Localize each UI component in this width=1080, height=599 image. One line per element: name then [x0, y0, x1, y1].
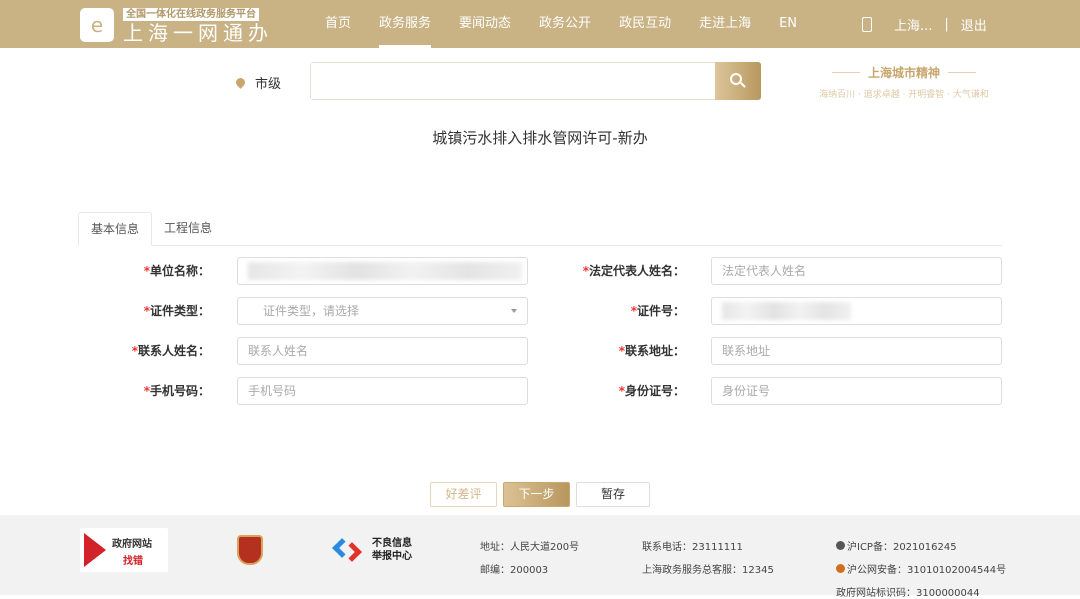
search-box [310, 62, 761, 100]
city-spirit-banner: 上海城市精神 海纳百川 · 追求卓越 · 开明睿智 · 大气谦和 [808, 64, 1000, 100]
nav-services[interactable]: 政务服务 [379, 0, 432, 48]
unit-name-label: *单位名称： [143, 264, 210, 278]
legal-rep-input[interactable]: 法定代表人姓名 [711, 257, 1002, 285]
separator: | [944, 16, 949, 32]
logo-title[interactable]: 上海一网通办 [123, 22, 273, 44]
save-draft-button[interactable]: 暂存 [576, 482, 650, 507]
logo-icon[interactable]: e [80, 8, 114, 42]
nav-public[interactable]: 政务公开 [539, 0, 591, 48]
contact-name-label: *联系人姓名： [131, 344, 210, 358]
spirit-title: 上海城市精神 [808, 64, 1000, 81]
location-label: 市级 [255, 77, 282, 92]
report-center-icon[interactable] [332, 537, 363, 563]
form-tabs: 基本信息 工程信息 [78, 212, 1002, 246]
spirit-slogan: 海纳百川 · 追求卓越 · 开明睿智 · 大气谦和 [819, 90, 989, 100]
id-card-input[interactable]: 身份证号 [711, 377, 1002, 405]
footer: 政府网站 找错 不良信息 举报中心 地址：人民大道200号 邮编：200003 联… [0, 515, 1080, 599]
logout-link[interactable]: 退出 [961, 15, 987, 34]
tab-project-info[interactable]: 工程信息 [152, 212, 224, 245]
next-step-button[interactable]: 下一步 [503, 482, 570, 507]
footer-hotline: 上海政务服务总客服：12345 [642, 565, 774, 576]
id-number-label: *证件号： [630, 304, 685, 318]
find-error-text: 政府网站 [112, 539, 152, 550]
redacted-value [248, 262, 522, 280]
nav-news[interactable]: 要闻动态 [459, 0, 511, 48]
redacted-value [722, 302, 851, 320]
top-header: e 全国一体化在线政务服务平台 上海一网通办 首页 政务服务 要闻动态 政务公开… [0, 0, 1080, 48]
mobile-input[interactable]: 手机号码 [237, 377, 528, 405]
nav-shanghai[interactable]: 走进上海 [699, 0, 751, 48]
user-name[interactable]: 上海... [894, 15, 932, 34]
id-card-label: *身份证号： [618, 384, 685, 398]
footer-postcode: 邮编：200003 [480, 565, 549, 576]
page-title: 城镇污水排入排水管网许可-新办 [432, 129, 648, 147]
footer-phone: 联系电话：23111111 [642, 542, 743, 553]
mobile-label: *手机号码： [143, 384, 210, 398]
icp-icon [836, 541, 845, 550]
contact-name-input[interactable]: 联系人姓名 [237, 337, 528, 365]
find-error-text-2: 找错 [123, 556, 143, 567]
magnifier-icon [84, 533, 106, 567]
search-button[interactable] [715, 62, 761, 100]
footer-police[interactable]: 沪公网安备：31010102004544号 [836, 561, 1006, 576]
contact-address-input[interactable]: 联系地址 [711, 337, 1002, 365]
location-pin-icon [234, 76, 247, 89]
chevron-down-icon [511, 309, 517, 316]
id-number-input[interactable] [711, 297, 1002, 325]
party-emblem-icon[interactable] [237, 535, 263, 565]
police-badge-icon [836, 564, 845, 573]
tab-basic-info[interactable]: 基本信息 [78, 212, 153, 246]
search-icon [730, 73, 742, 85]
logo-subtitle: 全国一体化在线政务服务平台 [123, 8, 259, 21]
search-input[interactable] [311, 63, 711, 99]
report-center-link[interactable]: 不良信息 举报中心 [372, 537, 412, 563]
footer-icp[interactable]: 沪ICP备：2021016245 [836, 538, 957, 553]
location-selector[interactable]: 市级 [234, 73, 282, 92]
main-nav: 首页 政务服务 要闻动态 政务公开 政民互动 走进上海 EN [325, 0, 825, 48]
footer-site-code: 政府网站标识码：3100000044 [836, 588, 980, 599]
contact-address-label: *联系地址： [618, 344, 685, 358]
mobile-icon[interactable] [862, 16, 872, 32]
legal-rep-label: *法定代表人姓名： [582, 264, 685, 278]
id-type-label: *证件类型： [143, 304, 210, 318]
nav-home[interactable]: 首页 [325, 0, 351, 48]
rating-button[interactable]: 好差评 [430, 482, 497, 507]
id-type-select[interactable]: 证件类型，请选择 [237, 297, 528, 325]
footer-address: 地址：人民大道200号 [480, 542, 580, 553]
unit-name-input[interactable] [237, 257, 528, 285]
find-error-link[interactable]: 政府网站 找错 [80, 528, 168, 572]
nav-interaction[interactable]: 政民互动 [619, 0, 671, 48]
nav-english[interactable]: EN [779, 0, 797, 48]
